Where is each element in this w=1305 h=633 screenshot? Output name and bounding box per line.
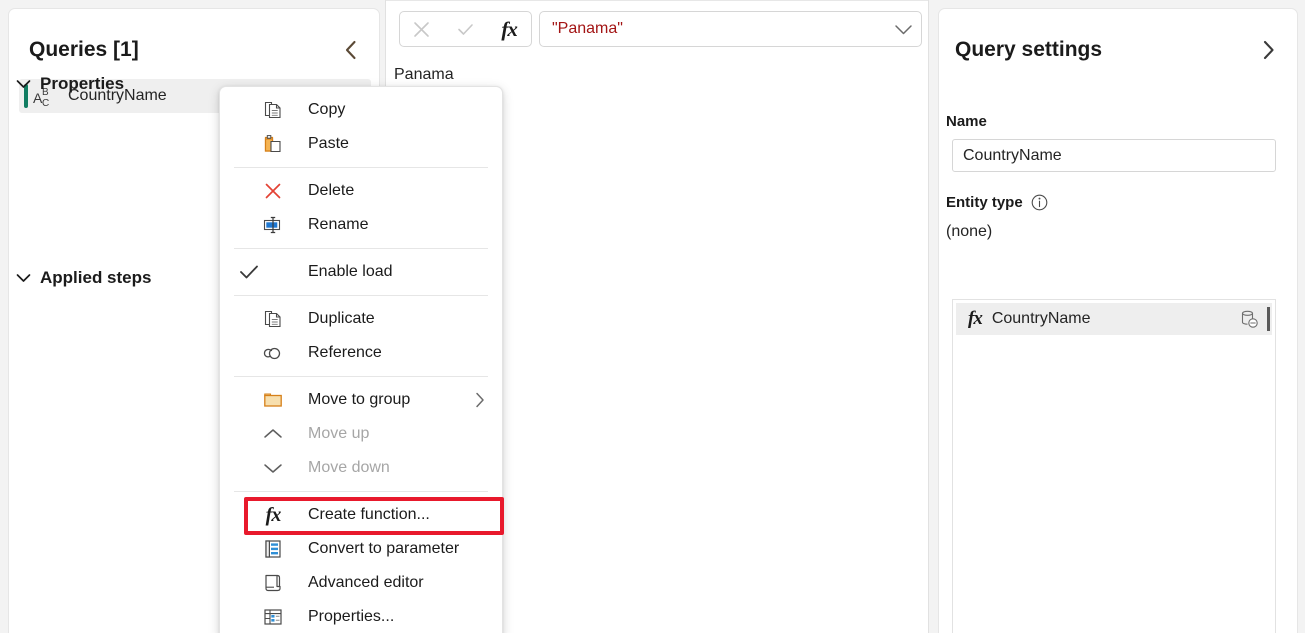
database-settings-icon[interactable] (1239, 309, 1259, 329)
query-name-input[interactable]: CountryName (952, 139, 1276, 172)
check-icon (238, 255, 260, 289)
advanced-editor-icon (262, 566, 284, 600)
query-context-menu: Copy Paste Delete (219, 86, 503, 633)
collapse-queries-pane-button[interactable] (337, 37, 363, 63)
applied-steps-section-header[interactable]: Applied steps (16, 268, 151, 288)
context-menu-item-properties[interactable]: Properties... (220, 600, 502, 633)
power-query-editor: Queries [1] A B C CountryName (0, 0, 1305, 633)
context-menu-item-move-up: Move up (220, 417, 502, 451)
formula-fx-button[interactable]: fx (491, 14, 527, 44)
chevron-down-icon (262, 451, 284, 485)
formula-dropdown-button[interactable] (885, 12, 921, 46)
collapse-query-settings-button[interactable] (1255, 37, 1281, 63)
properties-section-label: Properties (40, 74, 124, 94)
context-menu-label: Move up (308, 425, 369, 443)
context-menu-label: Duplicate (308, 310, 375, 328)
chevron-up-icon (262, 417, 284, 451)
context-menu-item-move-to-group[interactable]: Move to group (220, 383, 502, 417)
svg-text:C: C (42, 98, 49, 107)
queries-header: Queries [1] (9, 27, 381, 73)
duplicate-icon (262, 302, 284, 336)
formula-input-wrapper[interactable]: "Panama" (539, 11, 922, 47)
reference-link-icon (262, 336, 284, 370)
context-menu-label: Reference (308, 344, 382, 362)
applied-steps-section-label: Applied steps (40, 268, 151, 288)
properties-table-icon (262, 600, 284, 633)
info-icon[interactable] (1031, 194, 1048, 211)
context-menu-item-delete[interactable]: Delete (220, 174, 502, 208)
check-icon (456, 20, 475, 39)
context-menu-item-reference[interactable]: Reference (220, 336, 502, 370)
top-border (386, 0, 928, 1)
name-field-label: Name (946, 113, 987, 130)
fx-icon: fx (262, 498, 284, 532)
context-menu-item-convert-to-parameter[interactable]: Convert to parameter (220, 532, 502, 566)
context-menu-label: Advanced editor (308, 574, 424, 592)
applied-steps-list: fx CountryName (952, 299, 1276, 633)
formula-bar-buttons: fx (399, 11, 532, 47)
formula-commit-button[interactable] (447, 14, 483, 44)
copy-icon (262, 93, 284, 127)
context-menu-label: Paste (308, 135, 349, 153)
fx-icon: fx (501, 17, 517, 42)
entity-type-value: (none) (946, 223, 992, 241)
context-menu-label: Properties... (308, 608, 394, 626)
applied-step-row[interactable]: fx CountryName (956, 303, 1272, 335)
fx-icon: fx (968, 308, 982, 330)
chevron-down-icon (16, 273, 31, 283)
context-menu-separator (234, 376, 488, 377)
chevron-right-icon (474, 383, 486, 417)
context-menu-label: Move to group (308, 391, 410, 409)
context-menu-separator (234, 167, 488, 168)
context-menu-label: Delete (308, 182, 354, 200)
formula-cancel-button[interactable] (404, 14, 440, 44)
context-menu-item-move-down: Move down (220, 451, 502, 485)
parameter-icon (262, 532, 284, 566)
delete-x-icon (262, 174, 284, 208)
chevron-left-icon (343, 39, 358, 61)
paste-icon (262, 127, 284, 161)
context-menu-item-duplicate[interactable]: Duplicate (220, 302, 502, 336)
entity-type-label: Entity type (946, 194, 1023, 211)
context-menu-separator (234, 491, 488, 492)
context-menu-item-enable-load[interactable]: Enable load (220, 255, 502, 289)
pane-divider-right (928, 0, 929, 633)
rename-icon (262, 208, 284, 242)
context-menu-separator (234, 248, 488, 249)
context-menu-item-create-function[interactable]: fx Create function... (220, 498, 502, 532)
formula-input[interactable]: "Panama" (540, 20, 885, 38)
context-menu-label: Create function... (308, 506, 430, 524)
queries-title: Queries [1] (29, 38, 337, 62)
context-menu-label: Copy (308, 101, 345, 119)
step-text-cursor (1267, 307, 1270, 331)
properties-section-header[interactable]: Properties (16, 74, 124, 94)
close-icon (412, 20, 431, 39)
context-menu-item-copy[interactable]: Copy (220, 93, 502, 127)
context-menu-label: Move down (308, 459, 390, 477)
query-settings-title: Query settings (955, 38, 1255, 62)
chevron-right-icon (1261, 39, 1276, 61)
context-menu-item-rename[interactable]: Rename (220, 208, 502, 242)
preview-scalar-value: Panama (394, 66, 454, 84)
context-menu-label: Convert to parameter (308, 540, 459, 558)
chevron-down-icon (894, 23, 913, 36)
context-menu-label: Enable load (308, 263, 393, 281)
query-settings-header: Query settings (939, 27, 1299, 73)
folder-icon (262, 383, 284, 417)
context-menu-label: Rename (308, 216, 368, 234)
context-menu-item-paste[interactable]: Paste (220, 127, 502, 161)
chevron-down-icon (16, 79, 31, 89)
context-menu-item-advanced-editor[interactable]: Advanced editor (220, 566, 502, 600)
applied-step-label: CountryName (992, 310, 1239, 328)
context-menu-separator (234, 295, 488, 296)
entity-type-label-row: Entity type (946, 194, 1048, 211)
